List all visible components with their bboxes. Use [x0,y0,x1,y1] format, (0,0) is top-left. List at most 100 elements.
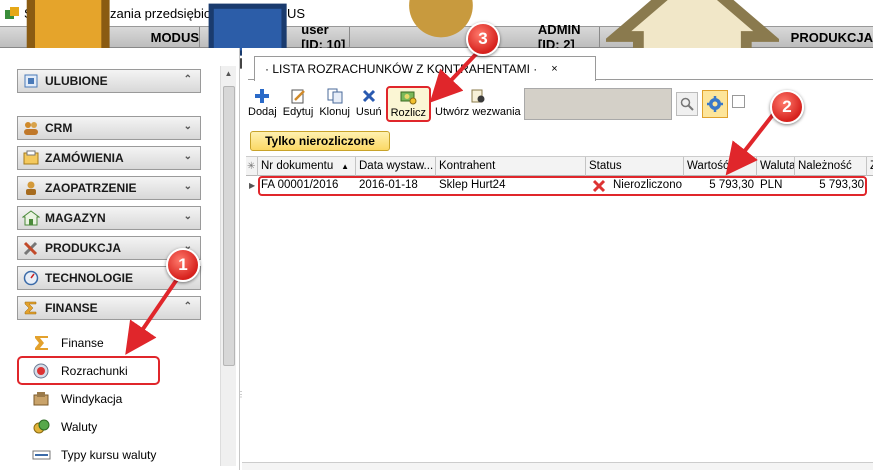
badge-number: 3 [478,29,488,48]
grid-header: ✳ Nr dokumentu ▲ Data wystaw... Kontrahe… [246,157,873,176]
col-kontrahent[interactable]: Kontrahent [436,157,586,176]
module-cell: PRODUKCJA [600,0,873,108]
nav-finanse[interactable]: Finanse [32,332,104,354]
group-label: FINANSE [45,301,98,315]
chevron-down-icon: ⌄ [183,211,192,222]
col-label: Kontrahent [439,160,496,172]
col-label: Wartość [687,160,729,172]
session-status-bar: MODUS user [ID: 10] ADMIN [ID: 2] PRODUK… [0,0,873,112]
chevron-up-icon: ⌃ [183,74,192,85]
scroll-thumb[interactable] [223,86,235,366]
tab-bar: · LISTA ROZRACHUNKÓW Z KONTRAHENTAMI · × [248,54,873,81]
row-selector-header: ✳ [246,157,258,176]
toolbar: Dodaj Edytuj Klonuj Usuń Rozlicz Utwórz … [246,86,525,122]
search-input[interactable] [524,88,672,120]
order-icon [23,150,39,165]
delete-label: Usuń [355,106,382,118]
nav-label: Windykacja [61,392,123,406]
plus-icon [255,89,270,103]
tools-icon [23,241,38,256]
collection-icon [33,392,49,406]
search-icon [680,97,694,111]
badge-number: 2 [782,97,792,116]
gauge-icon [23,270,39,286]
annotation-badge-2: 2 [770,90,804,124]
group-zamowienia[interactable]: ZAMÓWIENIA ⌄ [17,146,201,170]
supply-person-icon [26,181,36,195]
group-label: CRM [45,121,73,135]
search-button[interactable] [676,92,698,116]
clone-label: Klonuj [319,106,350,118]
nav-typy-kursu[interactable]: Typy kursu waluty [32,444,156,466]
group-ulubione[interactable]: ULUBIONE ⌃ [17,69,201,93]
edit-button[interactable]: Edytuj [281,86,316,120]
col-data-wystawienia[interactable]: Data wystaw... [356,157,436,176]
add-button[interactable]: Dodaj [246,86,279,120]
chevron-down-icon: ⌄ [183,151,192,162]
group-label: ULUBIONE [45,74,108,88]
nav-windykacja[interactable]: Windykacja [32,388,122,410]
warehouse-icon [22,210,40,226]
settle-label: Rozlicz [390,107,427,119]
group-magazyn[interactable]: MAGAZYN ⌄ [17,206,201,230]
sigma-icon [24,301,37,315]
col-label: Data wystaw... [359,160,434,172]
group-zaopatrzenie[interactable]: ZAOPATRZENIE ⌄ [17,176,201,200]
row-pointer-icon: ▶ [249,181,256,190]
row-highlight-box [258,176,867,196]
clone-button[interactable]: Klonuj [317,86,352,120]
col-waluta[interactable]: Waluta [757,157,795,176]
module-label: PRODUKCJA [790,29,873,45]
pencil-icon [291,89,305,104]
user-cell: user [ID: 10] [200,3,350,69]
reminder-icon [471,89,485,103]
sigma-icon [35,336,48,350]
close-icon[interactable]: × [551,63,557,75]
star-folder-icon [24,74,38,88]
option-checkbox[interactable] [732,95,745,108]
edit-label: Edytuj [282,106,314,118]
tab-lista-rozrachunkow[interactable]: · LISTA ROZRACHUNKÓW Z KONTRAHENTAMI · × [254,56,596,81]
group-label: MAGAZYN [45,211,106,225]
group-label: TECHNOLOGIE [45,271,134,285]
nav-label: Waluty [61,420,98,434]
delete-button[interactable]: Usuń [354,86,384,120]
nav-label: Typy kursu waluty [61,448,157,462]
delete-x-icon [362,89,375,103]
filter-unsettled-button[interactable]: Tylko nierozliczone [250,131,390,151]
group-label: ZAMÓWIENIA [45,151,124,165]
badge-number: 1 [178,255,188,274]
group-finanse[interactable]: FINANSE ⌃ [17,296,201,320]
group-crm[interactable]: CRM ⌄ [17,116,201,140]
annotation-badge-1: 1 [166,248,200,282]
sort-asc-icon: ▲ [341,162,349,171]
col-z[interactable]: Z [867,157,873,176]
currency-type-icon [32,450,51,460]
app-cell: MODUS [0,0,200,83]
col-label: Waluta [760,160,795,172]
col-naleznosc[interactable]: Należność [795,157,867,176]
grid-hscrollbar[interactable] [242,462,873,470]
nav-waluty[interactable]: Waluty [32,416,97,438]
col-status[interactable]: Status [586,157,684,176]
col-label: Status [589,160,622,172]
gear-icon [707,96,723,112]
group-label: ZAOPATRZENIE [45,181,137,195]
panel-splitter[interactable]: ⋮ [237,390,245,399]
add-label: Dodaj [248,106,277,118]
settle-button[interactable]: Rozlicz [385,86,432,122]
create-reminder-label: Utwórz wezwania [435,106,521,118]
group-label: PRODUKCJA [45,241,122,255]
nav-label: Finanse [61,336,104,350]
col-label: Nr dokumentu [261,160,334,172]
settlements-grid: ✳ Nr dokumentu ▲ Data wystaw... Kontrahe… [246,156,873,470]
chevron-down-icon: ⌄ [183,121,192,132]
col-nr-dokumentu[interactable]: Nr dokumentu ▲ [258,157,356,176]
col-wartosc[interactable]: Wartość [684,157,757,176]
create-reminder-button[interactable]: Utwórz wezwania [433,86,523,120]
scroll-up-icon[interactable]: ▲ [221,66,236,82]
settings-button[interactable] [702,90,728,118]
nav-scrollbar[interactable]: ▲ [220,66,236,466]
settle-money-icon [400,91,417,105]
chevron-up-icon: ⌃ [183,301,192,312]
